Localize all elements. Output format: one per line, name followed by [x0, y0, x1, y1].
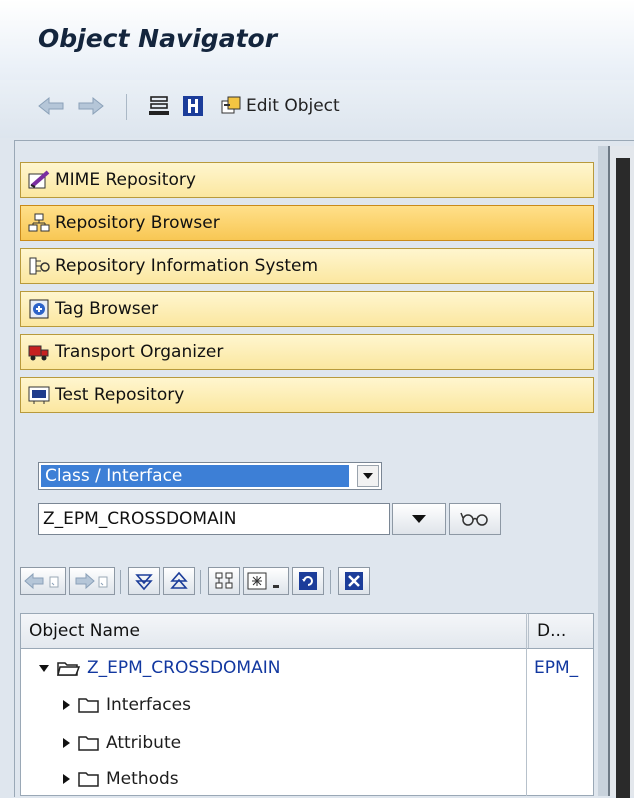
- folder-icon: [78, 772, 99, 787]
- expand-icon: [135, 574, 153, 591]
- folder-open-icon: [57, 662, 81, 676]
- object-type-dropdown[interactable]: Class / Interface: [38, 462, 382, 490]
- select-icon: [247, 572, 279, 590]
- tool-label: Repository Information System: [55, 256, 319, 276]
- forward-arrow-icon: [75, 572, 108, 590]
- tree-row-attribute[interactable]: Attribute: [21, 726, 526, 760]
- tool-test-repository[interactable]: Test Repository: [20, 377, 594, 413]
- object-name-dropdown-button[interactable]: [392, 503, 446, 535]
- forward-button[interactable]: [76, 92, 106, 120]
- mime-icon: [27, 168, 51, 192]
- edit-object-label: Edit Object: [246, 96, 340, 116]
- column-divider: [526, 613, 527, 796]
- tool-label: Transport Organizer: [55, 342, 224, 362]
- truck-icon: [27, 340, 51, 364]
- expand-toggle[interactable]: [63, 700, 70, 710]
- display-button[interactable]: [449, 503, 501, 535]
- hierarchy-view-button[interactable]: [208, 567, 240, 595]
- tool-label: Repository Browser: [55, 213, 220, 233]
- tree-back-button[interactable]: [20, 567, 66, 595]
- column-header-description[interactable]: D...: [528, 614, 592, 648]
- edit-object-button[interactable]: Edit Object: [220, 92, 410, 120]
- title-bar: Object Navigator: [0, 0, 634, 80]
- splitter[interactable]: [598, 146, 608, 796]
- collapse-subtree-button[interactable]: [163, 567, 195, 595]
- chevron-down-icon: [363, 473, 373, 479]
- tool-label: Tag Browser: [55, 299, 159, 319]
- tool-mime-repository[interactable]: MIME Repository: [20, 162, 594, 198]
- chevron-down-icon: [412, 515, 426, 523]
- tag-icon: [27, 297, 51, 321]
- tool-repository-information-system[interactable]: Repository Information System: [20, 248, 594, 284]
- back-button[interactable]: [36, 92, 66, 120]
- hierarchy-icon: [149, 96, 169, 115]
- tree-row-interfaces[interactable]: Interfaces: [21, 688, 526, 722]
- tree-node-label: Methods: [106, 769, 179, 789]
- expand-toggle[interactable]: [63, 774, 70, 784]
- tree-node-label: Attribute: [106, 733, 182, 753]
- glasses-icon: [460, 512, 488, 526]
- tool-label: MIME Repository: [55, 170, 196, 190]
- close-icon: [345, 572, 363, 590]
- select-button[interactable]: [243, 567, 289, 595]
- page-title: Object Navigator: [38, 24, 278, 53]
- forward-arrow-icon: [78, 96, 104, 116]
- folder-icon: [78, 736, 99, 751]
- tool-transport-organizer[interactable]: Transport Organizer: [20, 334, 594, 370]
- toolbar-separator: [120, 570, 121, 594]
- content-panel: [608, 146, 634, 798]
- back-arrow-icon: [24, 572, 59, 590]
- hierarchy-icon: [215, 572, 233, 589]
- repository-browser-icon: [27, 211, 51, 235]
- info-button[interactable]: [180, 92, 206, 120]
- hierarchy-button[interactable]: [146, 92, 172, 120]
- expand-subtree-button[interactable]: [128, 567, 160, 595]
- close-tree-button[interactable]: [338, 567, 370, 595]
- expand-toggle[interactable]: [63, 738, 70, 748]
- toolbar-separator: [330, 570, 331, 594]
- object-type-selected: Class / Interface: [41, 465, 349, 487]
- collapse-icon: [170, 571, 188, 589]
- tree-node-label: Z_EPM_CROSSDOMAIN: [87, 658, 281, 678]
- folder-icon: [78, 698, 99, 713]
- info-system-icon: [27, 254, 51, 278]
- edit-object-icon: [221, 96, 241, 114]
- expand-toggle[interactable]: [39, 664, 49, 672]
- tree-forward-button[interactable]: [69, 567, 115, 595]
- tree-header: Object Name D...: [20, 613, 594, 649]
- test-icon: [27, 383, 51, 407]
- back-arrow-icon: [38, 96, 64, 116]
- info-icon: [183, 96, 203, 116]
- tool-repository-browser[interactable]: Repository Browser: [20, 205, 594, 241]
- dropdown-button[interactable]: [357, 465, 379, 487]
- tool-label: Test Repository: [55, 385, 185, 405]
- tree-row-methods[interactable]: Methods: [21, 762, 526, 796]
- tool-tag-browser[interactable]: Tag Browser: [20, 291, 594, 327]
- refresh-icon: [299, 572, 317, 590]
- toolbar-separator: [126, 94, 127, 120]
- toolbar-separator: [200, 570, 201, 594]
- tree-node-description: EPM_: [534, 658, 579, 678]
- tree-row-root[interactable]: Z_EPM_CROSSDOMAIN: [21, 651, 526, 685]
- tree-node-label: Interfaces: [106, 695, 191, 715]
- column-header-object-name[interactable]: Object Name: [21, 614, 527, 648]
- refresh-button[interactable]: [292, 567, 324, 595]
- object-name-input[interactable]: Z_EPM_CROSSDOMAIN: [38, 503, 390, 535]
